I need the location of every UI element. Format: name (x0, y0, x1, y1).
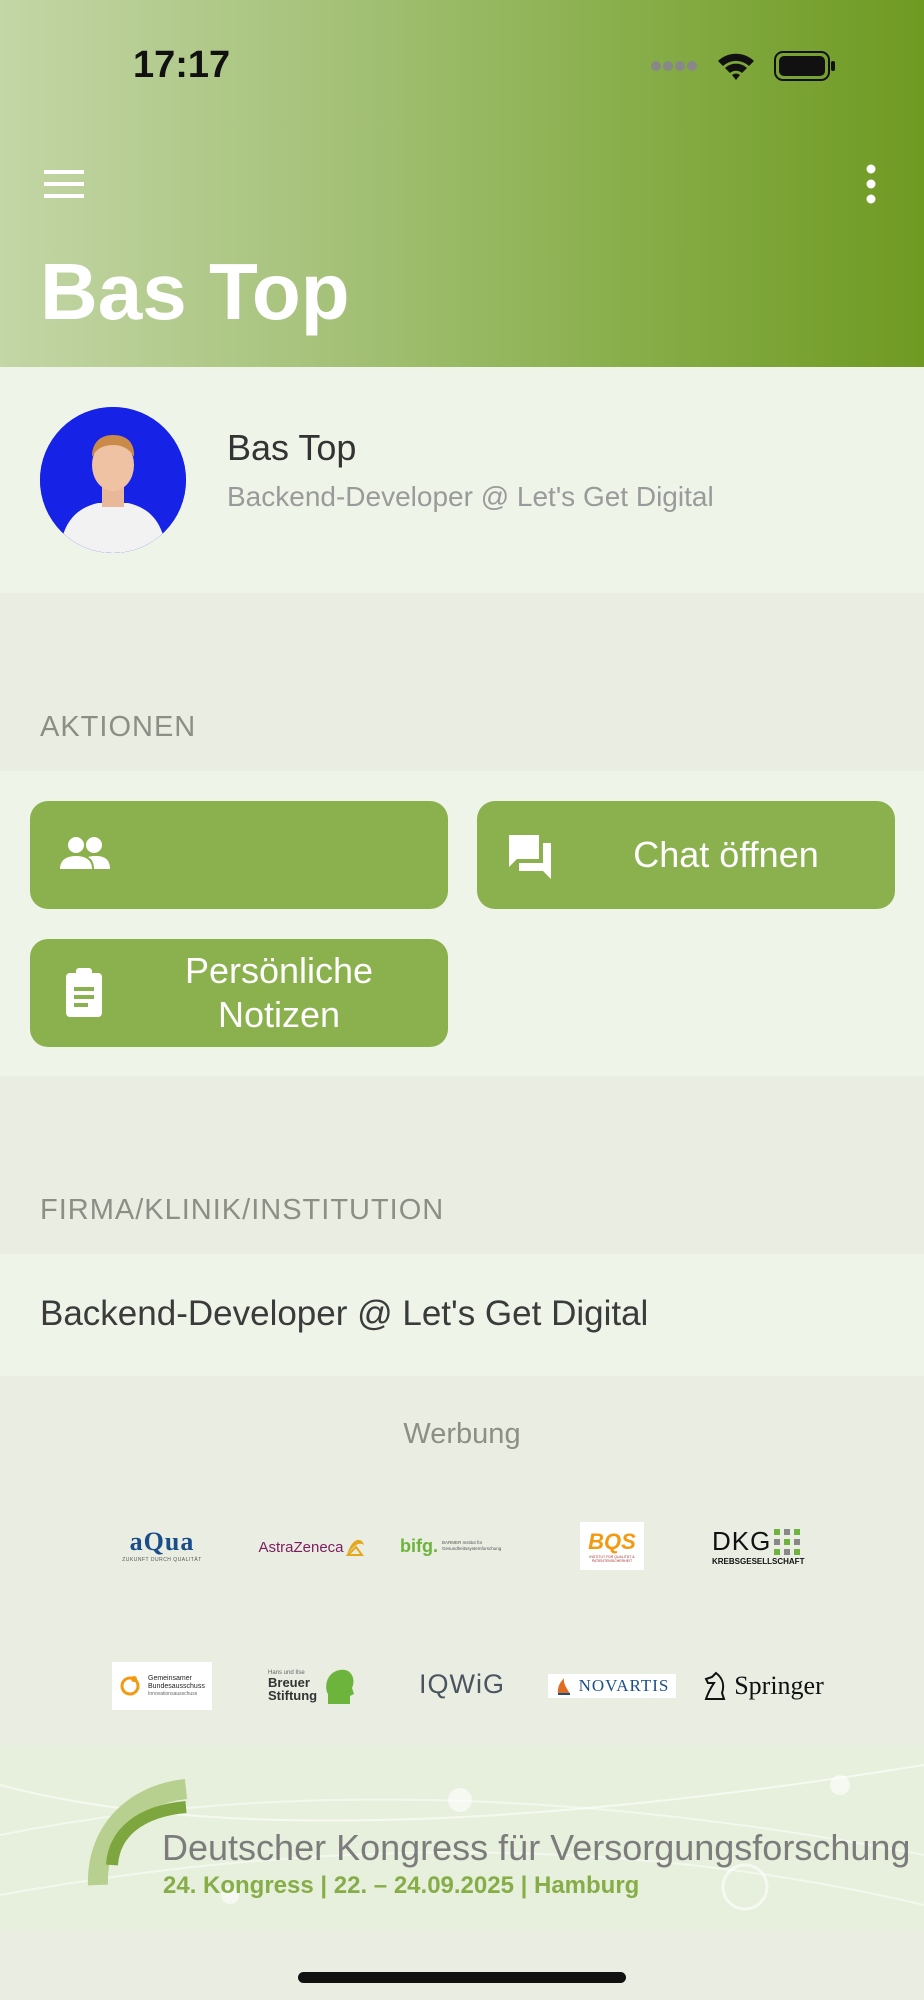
more-vertical-icon[interactable] (856, 164, 886, 204)
dkg-grid-icon (774, 1528, 801, 1555)
sponsor-logo-dkg[interactable]: DKG KREBSGESELLSCHAFT (712, 1524, 812, 1568)
sponsor-logo-bqs[interactable]: BQS INSTITUT FÜR QUALITÄT & PATIENTENSIC… (580, 1522, 644, 1570)
contacts-button[interactable] (30, 801, 448, 909)
company-text: Backend-Developer @ Let's Get Digital (40, 1294, 649, 1333)
congress-banner[interactable]: Deutscher Kongress für Versorgungsforsch… (0, 1745, 924, 1930)
clipboard-icon (66, 968, 102, 1017)
sponsor-logo-breuer-stiftung[interactable]: Hans und Ilse Breuer Stiftung (266, 1664, 358, 1708)
avatar (40, 407, 186, 553)
battery-icon (774, 51, 835, 81)
profile-subtitle: Backend-Developer @ Let's Get Digital (227, 481, 714, 512)
status-time: 17:17 (133, 44, 231, 86)
profile-card: Bas Top Backend-Developer @ Let's Get Di… (0, 367, 924, 593)
open-chat-label: Chat öffnen (633, 834, 819, 875)
novartis-flame-icon (557, 1678, 570, 1695)
company-row: Backend-Developer @ Let's Get Digital (0, 1254, 924, 1376)
gba-circle-icon (120, 1676, 140, 1696)
banner-title: Deutscher Kongress für Versorgungsforsch… (162, 1827, 911, 1868)
astrazeneca-swirl-icon (345, 1539, 364, 1556)
chat-icon (509, 835, 551, 879)
people-icon (60, 837, 110, 869)
actions-section-label: AKTIONEN (40, 711, 197, 743)
personal-notes-label: Persönliche Notizen (184, 950, 374, 1035)
breuer-head-icon (326, 1669, 354, 1704)
personal-notes-button[interactable]: Persönliche Notizen (30, 939, 448, 1047)
contacts-button-label (120, 801, 438, 909)
app-header: 17:17 Bas Top (0, 0, 924, 367)
home-indicator[interactable] (298, 1972, 626, 1983)
open-chat-button[interactable]: Chat öffnen (477, 801, 895, 909)
sponsor-logo-bifg[interactable]: bifg. BARMER Institut für Gesundheitssys… (400, 1530, 526, 1562)
status-icons (650, 50, 836, 82)
sponsor-logo-gba[interactable]: Gemeinsamer Bundesausschuss Innovationsa… (112, 1662, 212, 1710)
sponsor-logo-iqwig[interactable]: IQWiG (414, 1664, 510, 1704)
actions-panel: Chat öffnen Persönliche Notizen (0, 771, 924, 1076)
ads-label: Werbung (403, 1418, 521, 1450)
sponsor-logo-aqua[interactable]: aQua ZUKUNFT DURCH QUALITÄT (112, 1522, 212, 1568)
sponsor-logo-novartis[interactable]: NOVARTIS (548, 1674, 676, 1698)
profile-name: Bas Top (227, 427, 357, 468)
page-title: Bas Top (40, 247, 350, 336)
hamburger-menu-icon[interactable] (44, 166, 84, 202)
sponsor-logo-springer[interactable]: Springer (700, 1664, 826, 1708)
sponsor-logo-astrazeneca[interactable]: AstraZeneca (256, 1530, 368, 1564)
banner-subtitle: 24. Kongress | 22. – 24.09.2025 | Hambur… (163, 1872, 640, 1899)
springer-knight-icon (704, 1671, 726, 1700)
wifi-icon (718, 53, 754, 80)
company-section-label: FIRMA/KLINIK/INSTITUTION (40, 1194, 445, 1226)
signal-icon (651, 61, 697, 71)
